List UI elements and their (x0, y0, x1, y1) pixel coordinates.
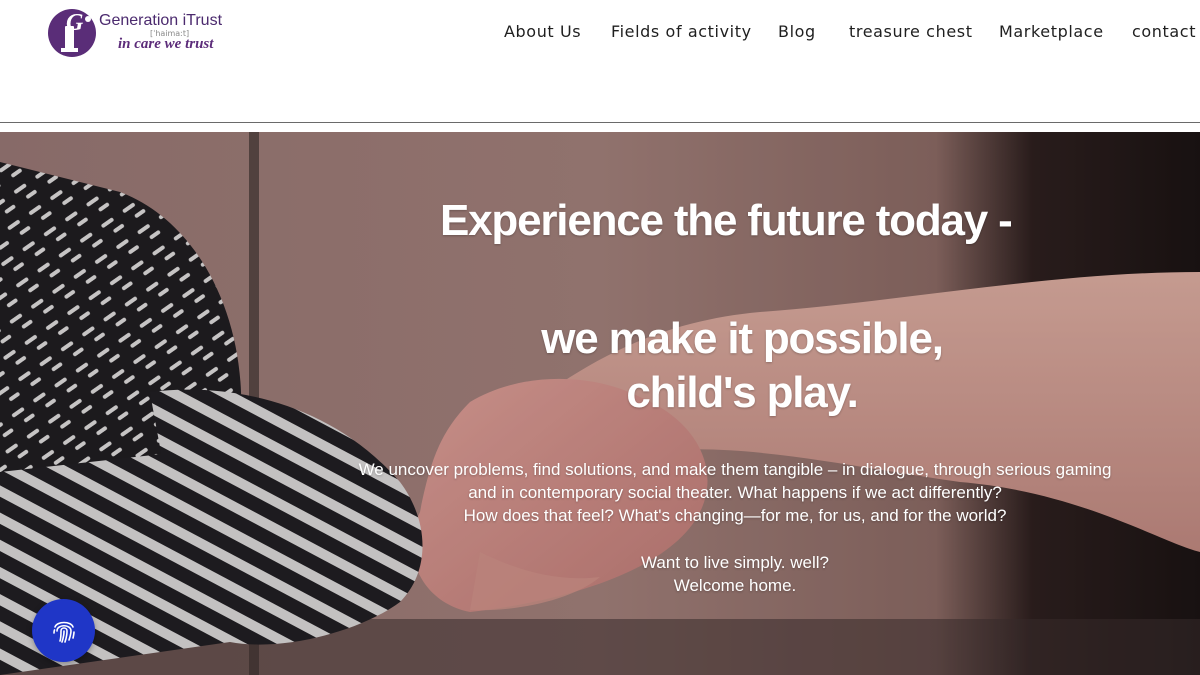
nav-item-blog[interactable]: Blog (778, 22, 816, 41)
main-nav: About Us Fields of activity Blog treasur… (0, 22, 1200, 44)
fingerprint-icon (52, 621, 75, 643)
hero-closing-line: Welcome home. (673, 576, 797, 595)
nav-item-treasure-chest[interactable]: treasure chest (849, 22, 973, 41)
hero-content: Experience the future today - we make it… (0, 132, 1200, 675)
hero-title-line-2: we make it possible, (541, 314, 944, 363)
hero-description: We uncover problems, find solutions, and… (300, 458, 1170, 527)
accessibility-button[interactable] (32, 599, 95, 662)
nav-item-marketplace[interactable]: Marketplace (999, 22, 1104, 41)
hero-closing: Want to live simply. well? Welcome home. (300, 551, 1170, 597)
nav-item-about-us[interactable]: About Us (504, 22, 581, 41)
hero-description-line: and in contemporary social theater. What… (468, 483, 1002, 502)
header-divider (0, 122, 1200, 123)
hero-title-line-1: Experience the future today - (440, 196, 1013, 245)
hero-closing-line: Want to live simply. well? (641, 553, 829, 572)
hero-description-line: How does that feel? What's changing—for … (463, 506, 1007, 525)
hero-title-line-3: child's play. (626, 368, 858, 417)
site-header: G Generation iTrust [ˈhaimaːt] in care w… (0, 0, 1200, 122)
nav-item-fields-of-activity[interactable]: Fields of activity (611, 22, 752, 41)
hero-description-line: We uncover problems, find solutions, and… (358, 460, 1112, 479)
nav-item-contact[interactable]: contact (1132, 22, 1196, 41)
hero-section: Experience the future today - we make it… (0, 132, 1200, 675)
